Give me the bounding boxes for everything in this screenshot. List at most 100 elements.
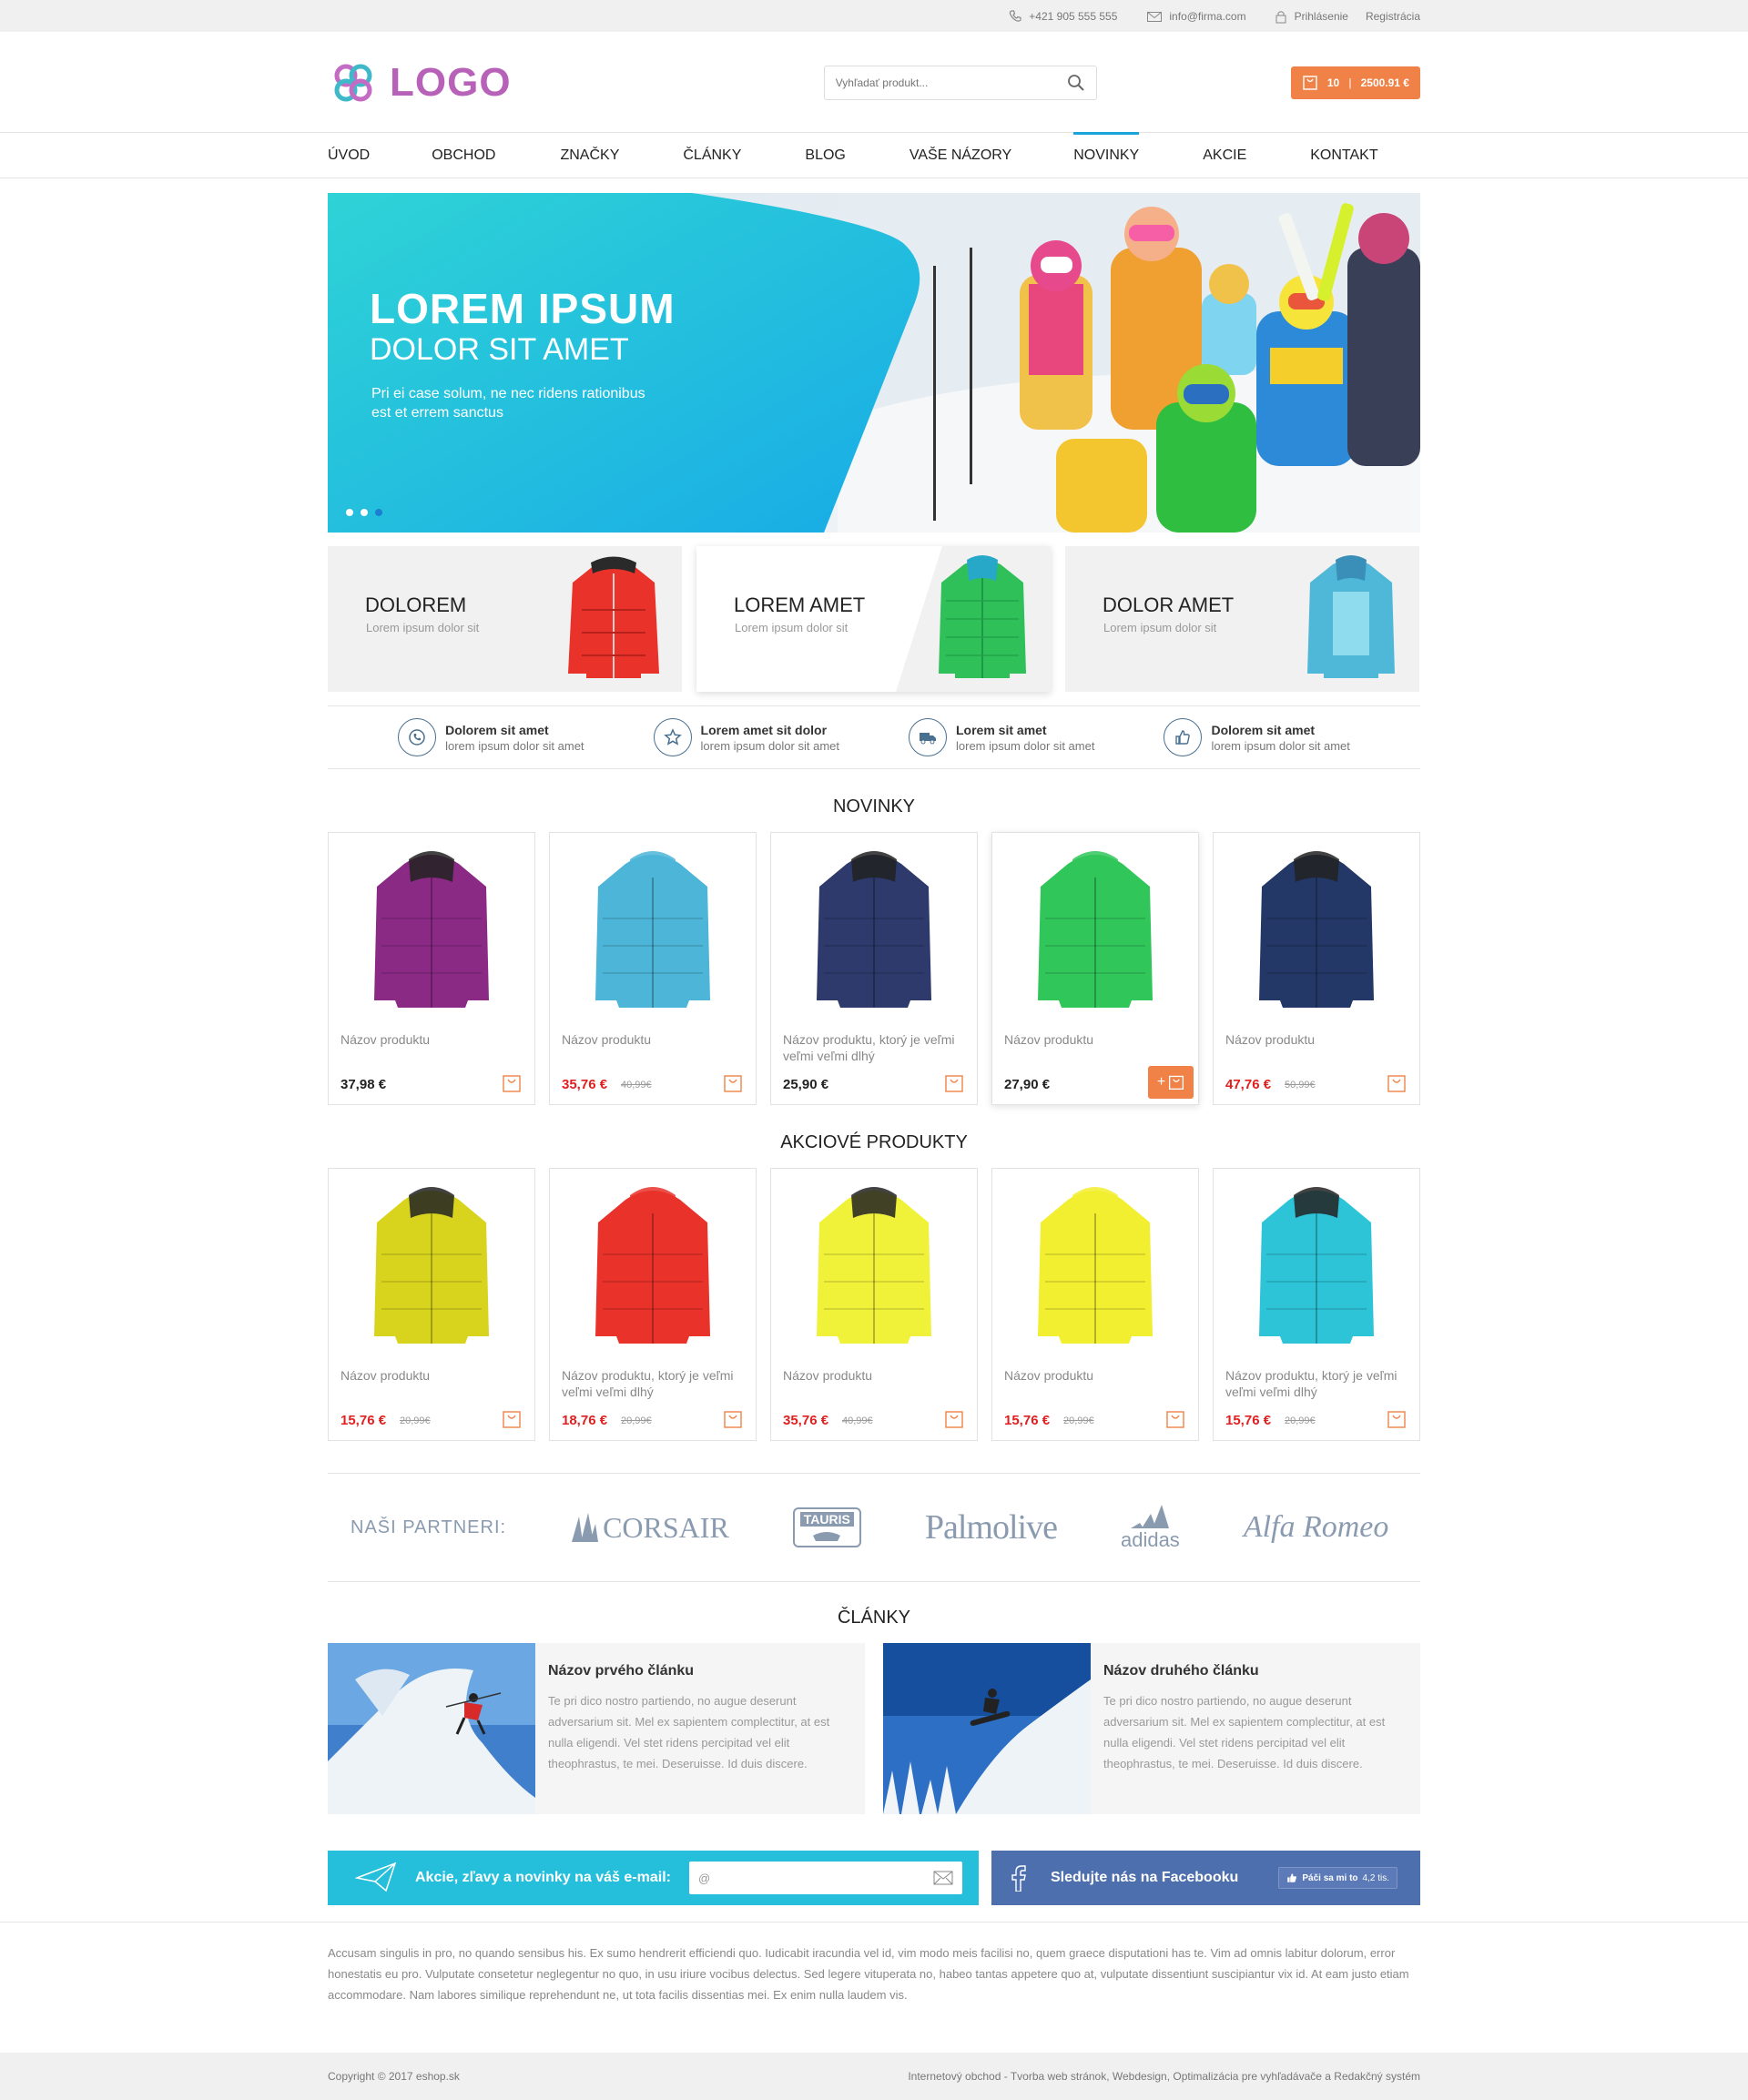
shopping-bag-icon[interactable] <box>1387 1409 1407 1429</box>
product-old-price: 20,99€ <box>1063 1415 1094 1426</box>
search-icon[interactable] <box>1067 74 1085 92</box>
footer-credits[interactable]: Internetový obchod - Tvorba web stránok,… <box>908 2070 1420 2083</box>
feature-title: Lorem amet sit dolor <box>700 722 828 737</box>
product-image[interactable] <box>584 1182 721 1354</box>
product-name[interactable]: Názov produktu <box>783 1367 965 1384</box>
product-image[interactable] <box>806 1182 942 1354</box>
product-name[interactable]: Názov produktu, ktorý je veľmi veľmi veľ… <box>783 1031 965 1064</box>
product-card[interactable]: Názov produktu 35,76 € 40,99€ <box>549 832 757 1105</box>
partner-logo-corsair[interactable]: CORSAIR <box>570 1511 729 1545</box>
novinky-grid: Názov produktu 37,98 € Názov produktu 35,76… <box>328 832 1420 1105</box>
hero-slider[interactable]: LOREM IPSUM DOLOR SIT AMET Pri ei case s… <box>328 193 1420 533</box>
product-card[interactable]: Názov produktu 35,76 € 40,99€ <box>770 1168 978 1441</box>
login-link[interactable]: Prihlásenie <box>1295 10 1348 23</box>
slider-dot-active[interactable] <box>375 509 382 516</box>
product-card[interactable]: Názov produktu, ktorý je veľmi veľmi veľ… <box>549 1168 757 1441</box>
product-image[interactable] <box>363 1182 500 1354</box>
article-title[interactable]: Názov prvého článku <box>548 1663 852 1679</box>
partner-logo-tauris[interactable]: TAURIS <box>792 1507 861 1547</box>
article-title[interactable]: Názov druhého článku <box>1103 1663 1408 1679</box>
nav-item-obchod[interactable]: OBCHOD <box>432 133 495 178</box>
adidas-stripes-icon <box>1131 1505 1170 1528</box>
facebook-like-button[interactable]: Páči sa mi to 4,2 tis. <box>1278 1867 1397 1889</box>
product-card[interactable]: Názov produktu 27,90 € + <box>991 832 1199 1105</box>
shopping-bag-icon[interactable] <box>723 1409 743 1429</box>
product-old-price: 40,99€ <box>842 1415 873 1426</box>
facebook-box[interactable]: Sledujte nás na Facebooku Páči sa mi to … <box>991 1851 1420 1905</box>
hero-subtitle: DOLOR SIT AMET <box>370 332 629 367</box>
feature-title: Dolorem sit amet <box>1211 722 1316 737</box>
shopping-bag-icon[interactable] <box>1387 1073 1407 1093</box>
product-card[interactable]: Názov produktu, ktorý je veľmi veľmi veľ… <box>1213 1168 1420 1441</box>
email-contact[interactable]: info@firma.com <box>1144 9 1246 24</box>
features-bar: Dolorem sit amet lorem ipsum dolor sit am… <box>328 705 1420 769</box>
category-banner[interactable]: LOREM AMET Lorem ipsum dolor sit <box>696 546 1051 692</box>
product-price: 18,76 € <box>562 1413 608 1428</box>
add-to-cart-button[interactable]: + <box>1148 1066 1194 1099</box>
product-card[interactable]: Názov produktu 15,76 € 20,99€ <box>991 1168 1199 1441</box>
akciove-grid: Názov produktu 15,76 €20,99€ Názov produkt… <box>328 1168 1420 1441</box>
category-subtitle: Lorem ipsum dolor sit <box>1103 621 1217 634</box>
product-name[interactable]: Názov produktu <box>1004 1031 1186 1048</box>
product-name[interactable]: Názov produktu <box>1004 1367 1186 1384</box>
envelope-icon[interactable] <box>933 1871 953 1885</box>
shopping-bag-icon[interactable] <box>1165 1409 1185 1429</box>
red-jacket-image <box>568 556 659 678</box>
product-name[interactable]: Názov produktu <box>340 1367 523 1384</box>
nav-item-kontakt[interactable]: KONTAKT <box>1310 133 1377 178</box>
nav-item-blog[interactable]: BLOG <box>805 133 845 178</box>
nav-item-novinky[interactable]: NOVINKY <box>1073 132 1140 178</box>
category-banner[interactable]: DOLOR AMET Lorem ipsum dolor sit <box>1065 546 1419 692</box>
category-banner[interactable]: DOLOREM Lorem ipsum dolor sit <box>328 546 682 692</box>
register-link[interactable]: Registrácia <box>1366 10 1420 23</box>
product-card[interactable]: Názov produktu 37,98 € <box>328 832 535 1105</box>
article-card[interactable]: Názov prvého článku Te pri dico nostro p… <box>328 1643 865 1814</box>
product-image[interactable] <box>1027 846 1164 1019</box>
product-image[interactable] <box>584 846 721 1019</box>
product-image[interactable] <box>1248 846 1385 1019</box>
shopping-bag-icon[interactable] <box>502 1073 522 1093</box>
product-image[interactable] <box>1248 1182 1385 1354</box>
nav-item-znacky[interactable]: ZNAČKY <box>560 133 619 178</box>
shopping-bag-icon[interactable] <box>502 1409 522 1429</box>
logo[interactable]: LOGO <box>328 57 512 108</box>
shopping-bag-icon <box>1303 75 1317 90</box>
partner-logo-alfa-romeo[interactable]: Alfa Romeo <box>1244 1510 1389 1545</box>
shopping-bag-icon[interactable] <box>944 1409 964 1429</box>
shopping-bag-icon[interactable] <box>944 1073 964 1093</box>
product-price: 15,76 € <box>1225 1413 1272 1428</box>
partner-logo-adidas[interactable]: adidas <box>1121 1503 1180 1552</box>
partner-logo-palmolive[interactable]: Palmolive <box>925 1507 1058 1547</box>
product-name[interactable]: Názov produktu, ktorý je veľmi veľmi veľ… <box>562 1367 744 1400</box>
nav-item-clanky[interactable]: ČLÁNKY <box>683 133 741 178</box>
copyright: Copyright © 2017 eshop.sk <box>328 2070 460 2083</box>
nav-item-akcie[interactable]: AKCIE <box>1203 133 1246 178</box>
product-image[interactable] <box>1027 1182 1164 1354</box>
article-card[interactable]: Názov druhého článku Te pri dico nostro … <box>883 1643 1420 1814</box>
product-image[interactable] <box>806 846 942 1019</box>
shopping-bag-icon[interactable] <box>723 1073 743 1093</box>
product-name[interactable]: Názov produktu <box>340 1031 523 1048</box>
like-label: Páči sa mi to <box>1302 1872 1358 1883</box>
newsletter-email-input[interactable]: @ <box>688 1862 962 1894</box>
product-image[interactable] <box>363 846 500 1019</box>
nav-item-vase-nazory[interactable]: VAŠE NÁZORY <box>910 133 1011 178</box>
nav-item-uvod[interactable]: ÚVOD <box>328 133 370 178</box>
product-card[interactable]: Názov produktu 15,76 € 20,99€ <box>328 1168 535 1441</box>
slider-dot[interactable] <box>346 509 353 516</box>
search-box[interactable] <box>823 65 1097 100</box>
copyright-bar: Copyright © 2017 eshop.sk Internetový ob… <box>0 2053 1748 2100</box>
cart-button[interactable]: 10 | 2500.91 € <box>1290 66 1420 99</box>
articles-list: Názov prvého článku Te pri dico nostro p… <box>328 1643 1420 1814</box>
green-jacket-image <box>939 555 1026 678</box>
search-input[interactable] <box>835 76 1054 89</box>
partners-bar: NAŠI PARTNERI: CORSAIR TAURIS Palmolive … <box>328 1473 1420 1582</box>
product-name[interactable]: Názov produktu <box>562 1031 744 1048</box>
product-card[interactable]: Názov produktu 47,76 € 50,99€ <box>1213 832 1420 1105</box>
facebook-icon <box>1011 1865 1026 1892</box>
product-name[interactable]: Názov produktu <box>1225 1031 1408 1048</box>
phone-contact[interactable]: +421 905 555 555 <box>1008 9 1117 24</box>
product-card[interactable]: Názov produktu, ktorý je veľmi veľmi veľ… <box>770 832 978 1105</box>
slider-dot[interactable] <box>361 509 368 516</box>
product-name[interactable]: Názov produktu, ktorý je veľmi veľmi veľ… <box>1225 1367 1408 1400</box>
